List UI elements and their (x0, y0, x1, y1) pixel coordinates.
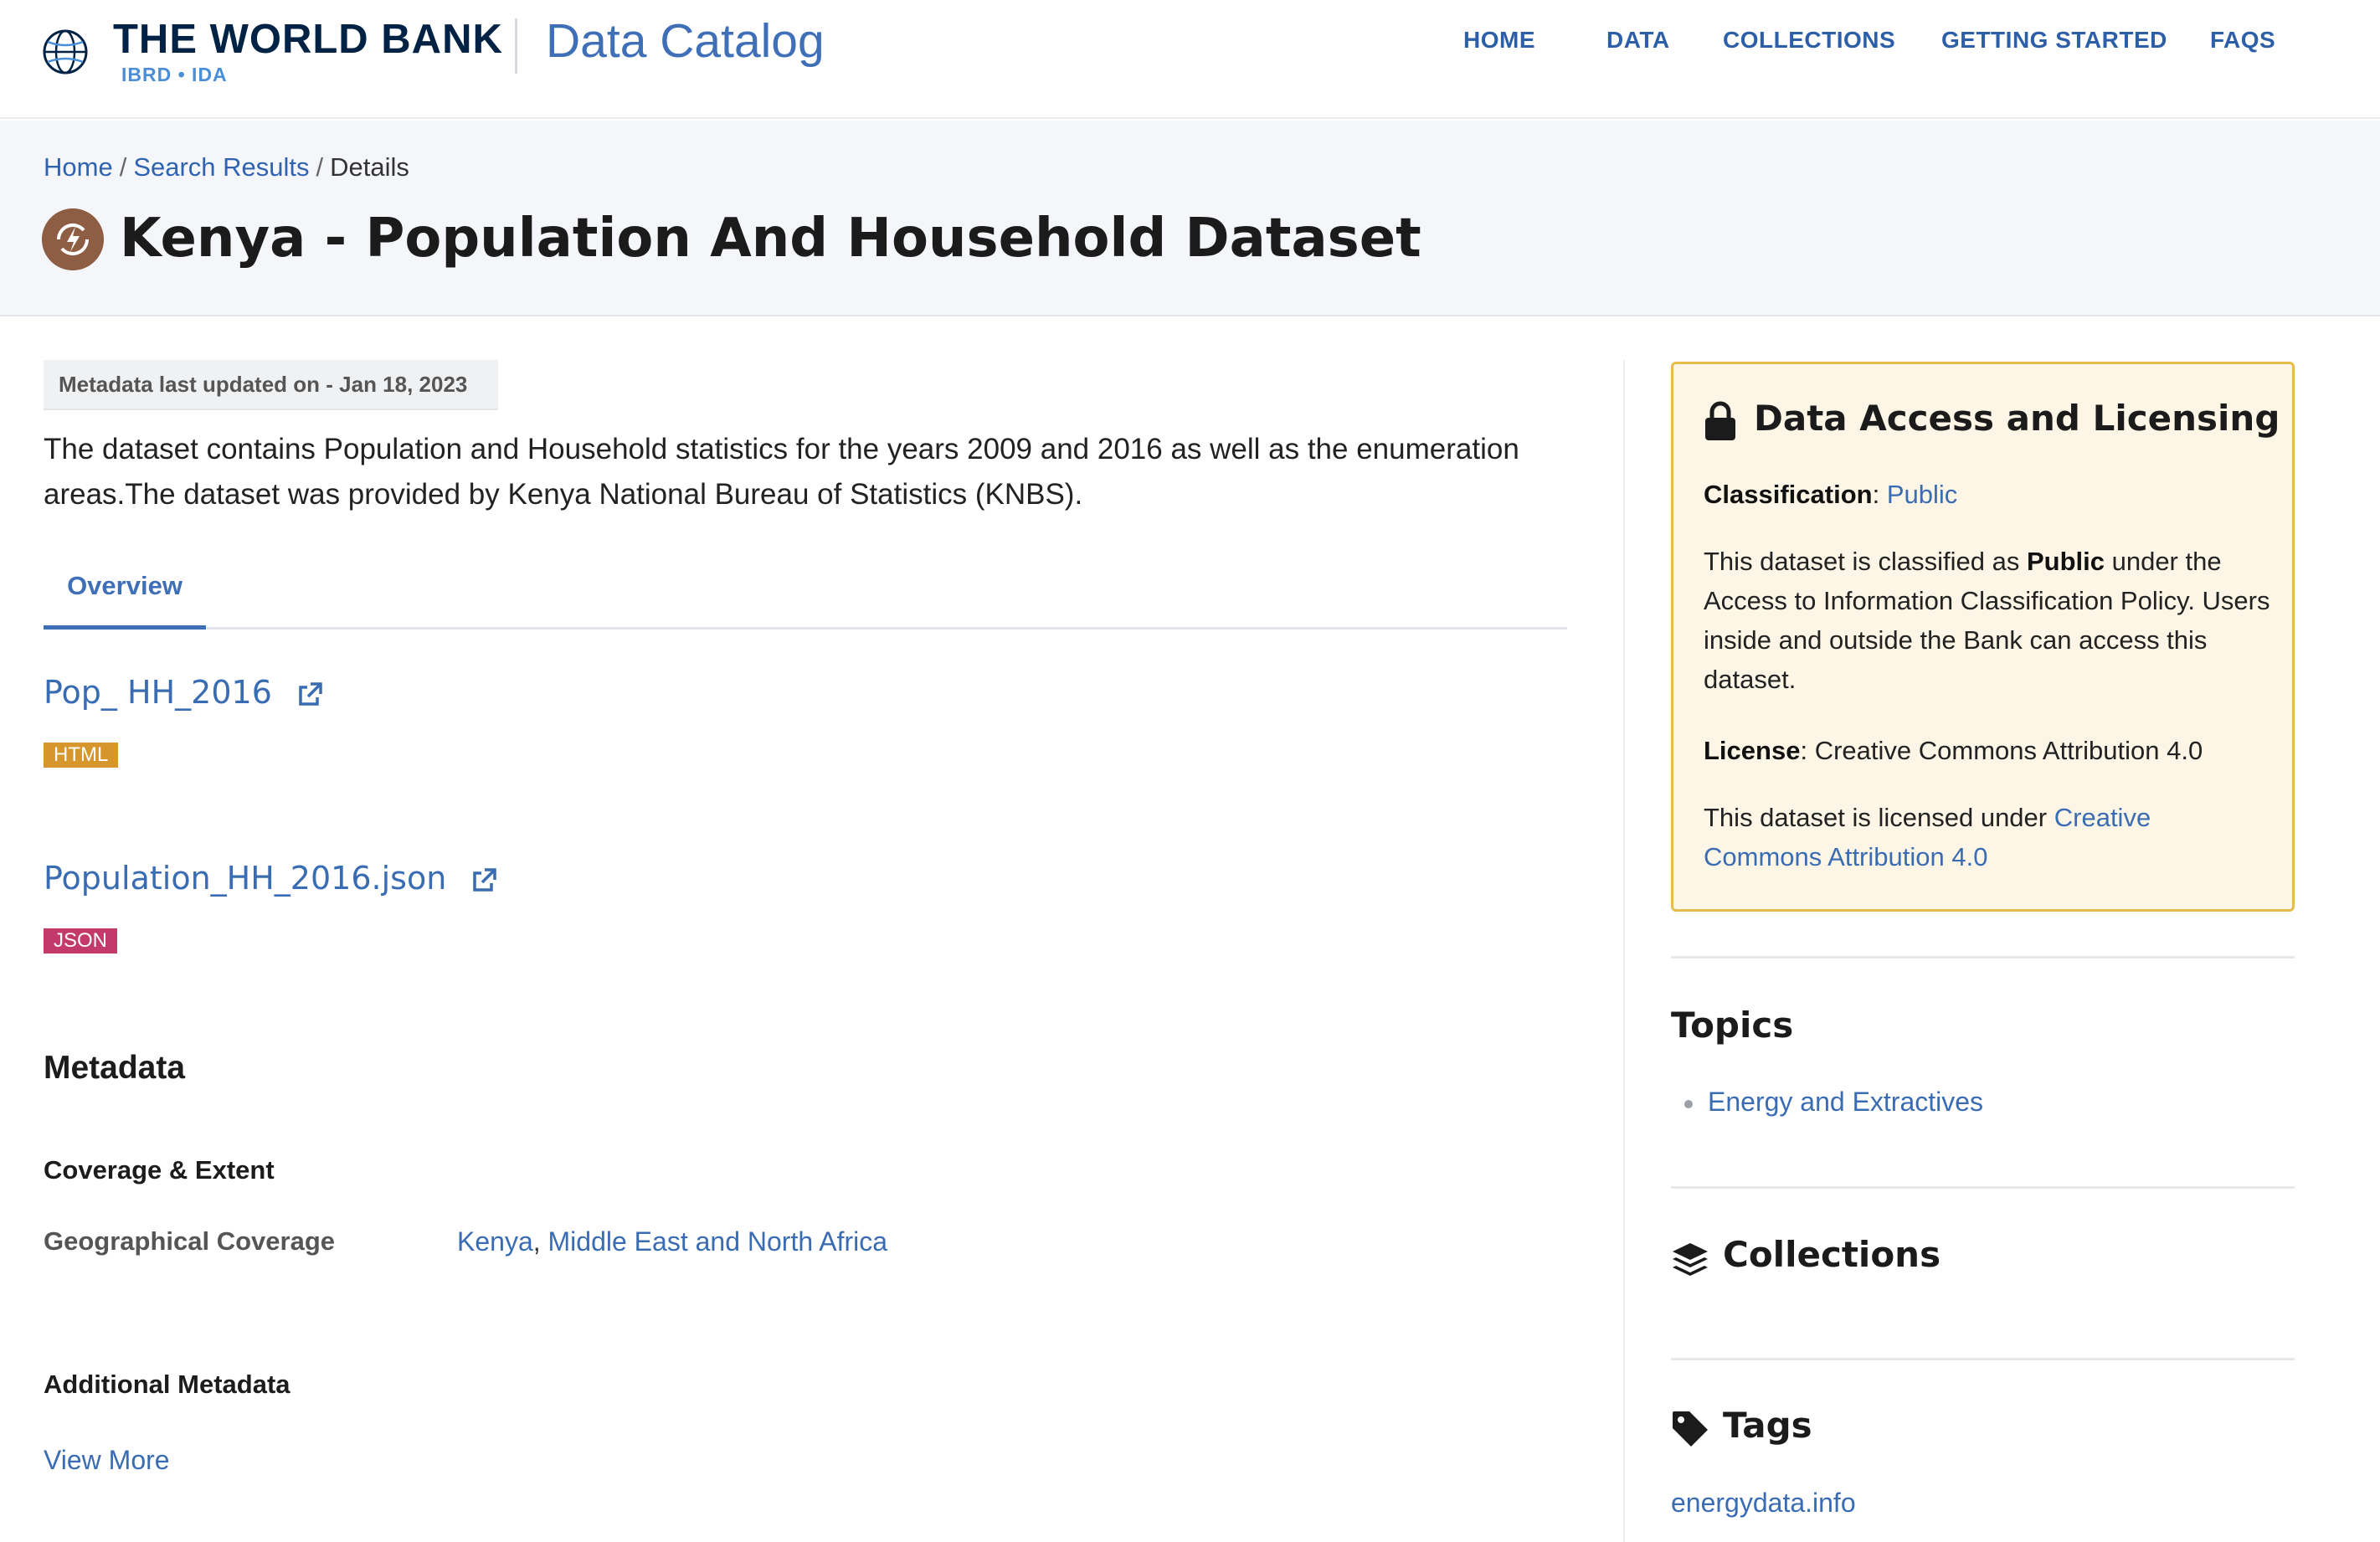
topic-link[interactable]: Energy and Extractives (1684, 1087, 1983, 1118)
nav-getting-started[interactable]: GETTING STARTED (1941, 27, 2167, 54)
nav-faqs[interactable]: FAQS (2210, 27, 2275, 54)
license-line: License: Creative Commons Attribution 4.… (1704, 731, 2273, 770)
label-colon: : (1800, 736, 1808, 765)
license-text: This dataset is licensed under Creative … (1704, 798, 2273, 876)
tags-heading: Tags (1723, 1405, 1812, 1446)
resource-name: Population_HH_2016.json (44, 860, 447, 897)
brand-logo[interactable]: THE WORLD BANK IBRD • IDA (113, 15, 503, 85)
classification-text: This dataset is classified as Public und… (1704, 542, 2273, 699)
format-badge-json: JSON (44, 928, 118, 953)
tag-link[interactable]: energydata.info (1671, 1488, 1856, 1519)
collections-heading: Collections (1723, 1234, 1941, 1275)
catalog-title[interactable]: Data Catalog (546, 12, 825, 70)
tab-overview[interactable]: Overview (44, 553, 206, 630)
geo-link-mena[interactable]: Middle East and North Africa (548, 1226, 888, 1257)
page-title: Kenya - Population And Household Dataset (120, 208, 1421, 270)
topics-heading: Topics (1671, 1005, 1794, 1046)
sidebar-divider (1671, 1186, 2295, 1189)
brand-name: THE WORLD BANK (113, 17, 503, 62)
external-link-icon (473, 867, 497, 892)
sidebar-divider (1671, 1358, 2295, 1360)
access-title: Data Access and Licensing (1754, 398, 2280, 439)
license-label: License (1704, 736, 1801, 765)
breadcrumb: Home / Search Results / Details (44, 152, 409, 182)
breadcrumb-home[interactable]: Home (44, 152, 113, 182)
sidebar-divider (1671, 956, 2295, 959)
view-more-link[interactable]: View More (44, 1445, 170, 1476)
tab-bar: Overview (44, 553, 1567, 630)
breadcrumb-separator: / (316, 152, 324, 182)
geo-link-kenya[interactable]: Kenya (457, 1226, 533, 1257)
license-pre: This dataset is licensed under (1704, 803, 2048, 832)
site-header: THE WORLD BANK IBRD • IDA Data Catalog H… (0, 0, 2380, 119)
license-value: Creative Commons Attribution 4.0 (1814, 736, 2203, 765)
dataset-description: The dataset contains Population and Hous… (44, 433, 1519, 511)
classification-pre: This dataset is classified as (1704, 547, 2020, 576)
geographical-coverage-values: Kenya, Middle East and North Africa (457, 1226, 887, 1257)
world-bank-globe-icon[interactable] (42, 28, 89, 75)
breadcrumb-current: Details (330, 152, 409, 182)
data-access-panel: Data Access and Licensing Classification… (1671, 362, 2295, 912)
external-link-icon (299, 681, 322, 706)
bullet-icon (1684, 1099, 1693, 1108)
format-badge-html: HTML (44, 743, 119, 768)
label-colon: : (1872, 480, 1880, 509)
breadcrumb-separator: / (119, 152, 127, 182)
topic-label: Energy and Extractives (1708, 1087, 1984, 1117)
lock-icon (1705, 401, 1735, 440)
energy-bolt-icon (42, 208, 104, 270)
classification-label: Classification (1704, 480, 1873, 509)
geo-separator: , (532, 1226, 541, 1257)
resource-link-population-hh-2016-json[interactable]: Population_HH_2016.json (44, 860, 498, 897)
resource-link-pop-hh-2016[interactable]: Pop_ HH_2016 (44, 674, 324, 711)
classification-line: Classification: Public (1704, 475, 2273, 514)
header-divider (515, 18, 517, 74)
nav-home[interactable]: HOME (1463, 27, 1535, 54)
nav-data[interactable]: DATA (1606, 27, 1670, 54)
nav-collections[interactable]: COLLECTIONS (1723, 27, 1895, 54)
classification-bold: Public (2026, 547, 2105, 576)
metadata-updated-badge: Metadata last updated on - Jan 18, 2023 (44, 360, 498, 410)
title-band: Home / Search Results / Details Kenya - Popu… (0, 121, 2380, 316)
brand-subtitle: IBRD • IDA (121, 64, 228, 85)
coverage-heading: Coverage & Extent (44, 1155, 275, 1185)
column-divider (1623, 360, 1625, 1542)
breadcrumb-search-results[interactable]: Search Results (133, 152, 309, 182)
additional-metadata-heading: Additional Metadata (44, 1370, 290, 1399)
metadata-heading: Metadata (44, 1050, 186, 1086)
resource-name: Pop_ HH_2016 (44, 674, 272, 711)
tag-icon (1673, 1411, 1708, 1447)
classification-value-link[interactable]: Public (1887, 480, 1957, 509)
layers-icon (1673, 1243, 1708, 1276)
geographical-coverage-label: Geographical Coverage (44, 1226, 336, 1256)
